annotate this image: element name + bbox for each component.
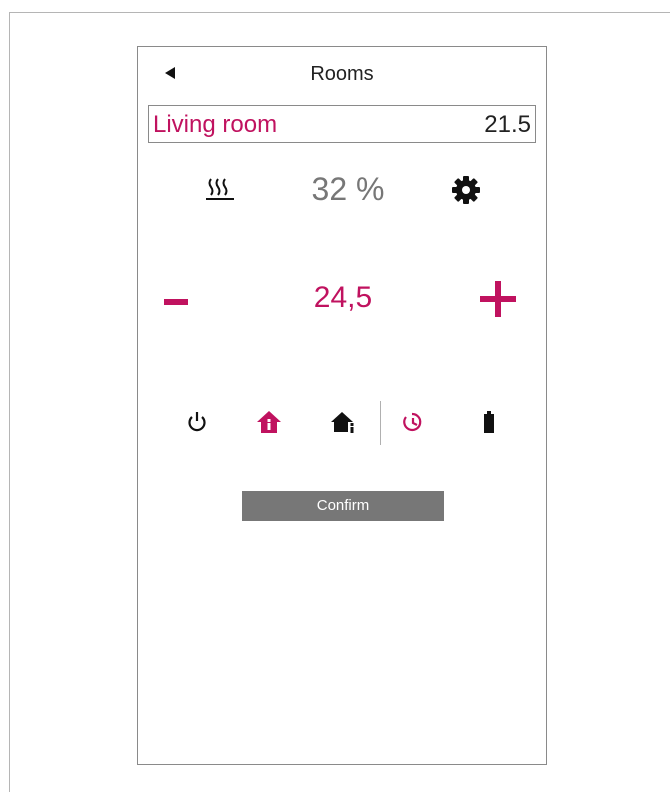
power-icon bbox=[188, 412, 206, 432]
home-info-mode-button[interactable] bbox=[330, 409, 356, 435]
decrease-button[interactable] bbox=[154, 277, 198, 327]
increase-button[interactable] bbox=[480, 281, 516, 317]
battery-icon bbox=[484, 411, 494, 433]
thermostat-screen: Rooms Living room 21.5 32 % 24,5 Confirm bbox=[137, 46, 547, 765]
settings-button[interactable] bbox=[451, 175, 481, 205]
gear-icon bbox=[452, 176, 480, 204]
home-info-icon bbox=[257, 411, 281, 433]
minus-icon bbox=[164, 299, 188, 305]
setpoint-value: 24,5 bbox=[313, 281, 373, 314]
confirm-button[interactable]: Confirm bbox=[242, 491, 444, 521]
heating-icon bbox=[204, 175, 236, 201]
plus-icon-vertical bbox=[495, 281, 501, 317]
room-name: Living room bbox=[153, 111, 278, 138]
battery-mode-button[interactable] bbox=[476, 409, 502, 435]
timer-mode-button[interactable] bbox=[400, 409, 426, 435]
power-mode-button[interactable] bbox=[184, 409, 210, 435]
timer-icon bbox=[403, 412, 422, 432]
heating-percentage: 32 % bbox=[311, 171, 385, 207]
home-person-icon bbox=[331, 412, 356, 434]
room-temperature: 21.5 bbox=[484, 111, 531, 138]
page-title: Rooms bbox=[310, 63, 374, 85]
mode-divider bbox=[380, 401, 381, 445]
home-comfort-mode-button[interactable] bbox=[256, 409, 282, 435]
room-selector[interactable]: Living room 21.5 bbox=[148, 105, 536, 143]
